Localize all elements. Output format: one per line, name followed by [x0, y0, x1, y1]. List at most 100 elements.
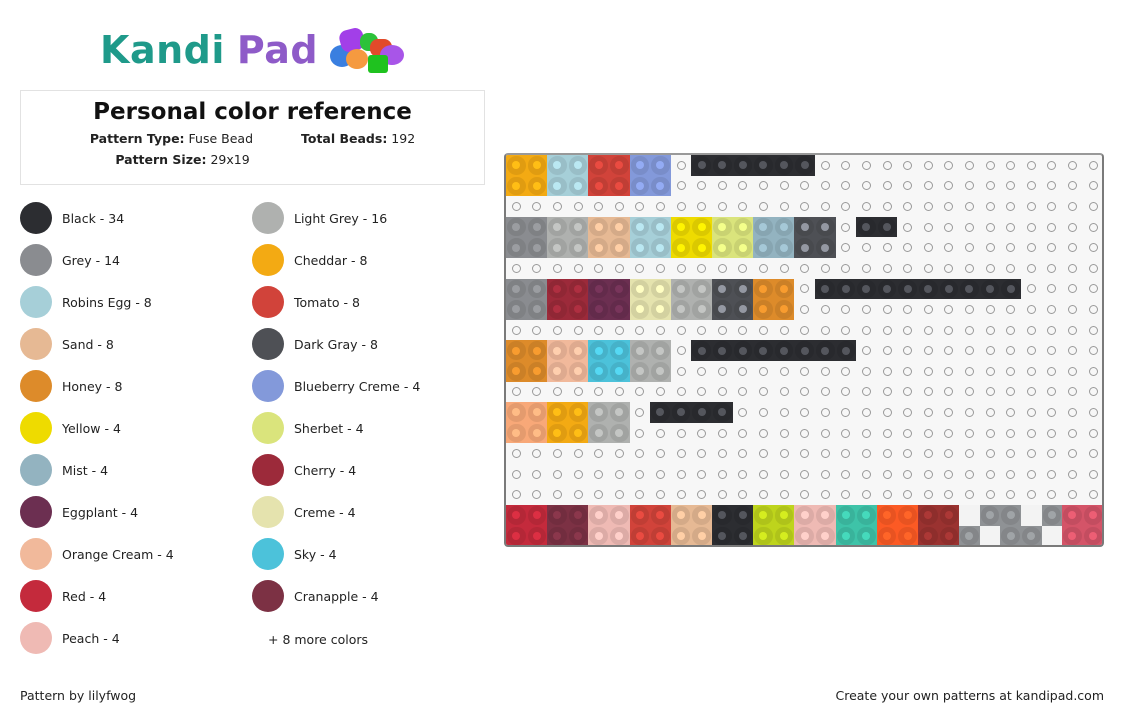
peg-icon	[923, 160, 933, 170]
bead	[815, 216, 836, 238]
empty-peg	[1062, 340, 1083, 361]
bead-icon	[506, 217, 527, 238]
empty-peg	[650, 382, 671, 403]
bead	[609, 216, 630, 238]
empty-peg	[753, 361, 774, 382]
peg-icon	[697, 366, 707, 376]
peg-icon	[841, 181, 851, 191]
empty-peg	[897, 423, 918, 444]
kandipad-logo[interactable]: Kandi Pad	[100, 26, 406, 74]
kandipad-cta-link[interactable]: Create your own patterns at kandipad.com	[835, 688, 1104, 703]
bead-icon	[753, 237, 774, 258]
empty-peg	[568, 258, 589, 279]
color-swatch	[252, 412, 284, 444]
empty-peg	[774, 176, 795, 197]
peg-icon	[861, 325, 871, 335]
bead	[979, 505, 1001, 526]
peg-icon	[1006, 243, 1016, 253]
peg-icon	[964, 263, 974, 273]
bead-icon	[1083, 505, 1102, 526]
peg-icon	[1067, 346, 1077, 356]
bead-icon	[609, 217, 630, 238]
peg-icon	[964, 490, 974, 500]
bead	[691, 155, 712, 176]
bead	[609, 278, 630, 300]
empty-peg	[836, 155, 857, 176]
bead	[815, 340, 836, 361]
bead-icon	[794, 217, 815, 238]
peg-icon	[882, 304, 892, 314]
empty-peg	[650, 196, 671, 217]
empty-peg	[733, 382, 754, 403]
empty-peg	[650, 464, 671, 485]
bead	[1000, 525, 1021, 545]
bead-icon	[753, 279, 774, 300]
peg-icon	[1067, 284, 1077, 294]
empty-peg	[691, 464, 712, 485]
bead-icon	[588, 155, 609, 176]
pattern-size-value: 29x19	[210, 152, 250, 167]
bead-icon	[733, 505, 754, 526]
bead-icon	[712, 299, 733, 320]
bead-icon	[568, 505, 589, 526]
more-colors-link[interactable]: + 8 more colors	[268, 632, 368, 647]
empty-peg	[1042, 258, 1063, 279]
peg-icon	[861, 181, 871, 191]
empty-peg	[1062, 464, 1083, 485]
empty-peg	[939, 217, 960, 238]
bead-icon	[794, 526, 815, 545]
empty-peg	[753, 196, 774, 217]
bead	[547, 278, 568, 300]
bead-icon	[650, 402, 671, 423]
bead-icon	[527, 505, 548, 526]
peg-icon	[635, 407, 645, 417]
bead	[567, 175, 589, 197]
peg-icon	[985, 490, 995, 500]
peg-icon	[676, 263, 686, 273]
peg-icon	[1006, 263, 1016, 273]
peg-icon	[1006, 449, 1016, 459]
peg-icon	[964, 160, 974, 170]
empty-peg	[527, 485, 548, 506]
bead	[835, 505, 857, 526]
legend-label: Creme - 4	[294, 504, 356, 520]
peg-icon	[882, 263, 892, 273]
empty-peg	[712, 382, 733, 403]
empty-peg	[609, 258, 630, 279]
empty-peg	[1062, 258, 1083, 279]
bead	[670, 402, 692, 423]
bead	[815, 237, 836, 258]
peg-icon	[944, 428, 954, 438]
peg-icon	[1026, 243, 1036, 253]
pattern-author[interactable]: Pattern by lilyfwog	[20, 688, 136, 703]
peg-icon	[738, 428, 748, 438]
peg-icon	[841, 201, 851, 211]
bead	[918, 525, 939, 545]
empty-peg	[918, 155, 939, 176]
bead	[588, 402, 609, 423]
bead	[588, 216, 609, 238]
empty-peg	[1083, 485, 1102, 506]
bead-icon	[1062, 505, 1083, 526]
empty-peg	[691, 443, 712, 464]
peg-icon	[1067, 469, 1077, 479]
bead-icon	[815, 526, 836, 545]
legend-label: Red - 4	[62, 588, 107, 604]
bead	[506, 299, 527, 320]
empty-peg	[506, 382, 527, 403]
bead-icon	[506, 155, 527, 176]
bead	[979, 278, 1001, 300]
peg-icon	[717, 428, 727, 438]
peg-icon	[1088, 428, 1098, 438]
empty-peg	[1062, 279, 1083, 300]
empty-peg	[815, 299, 836, 320]
peg-icon	[758, 469, 768, 479]
peg-icon	[779, 181, 789, 191]
peg-icon	[738, 181, 748, 191]
peg-icon	[738, 407, 748, 417]
peg-icon	[655, 387, 665, 397]
peg-icon	[573, 325, 583, 335]
peg-icon	[903, 160, 913, 170]
empty-peg	[877, 237, 898, 258]
bead	[670, 216, 692, 238]
